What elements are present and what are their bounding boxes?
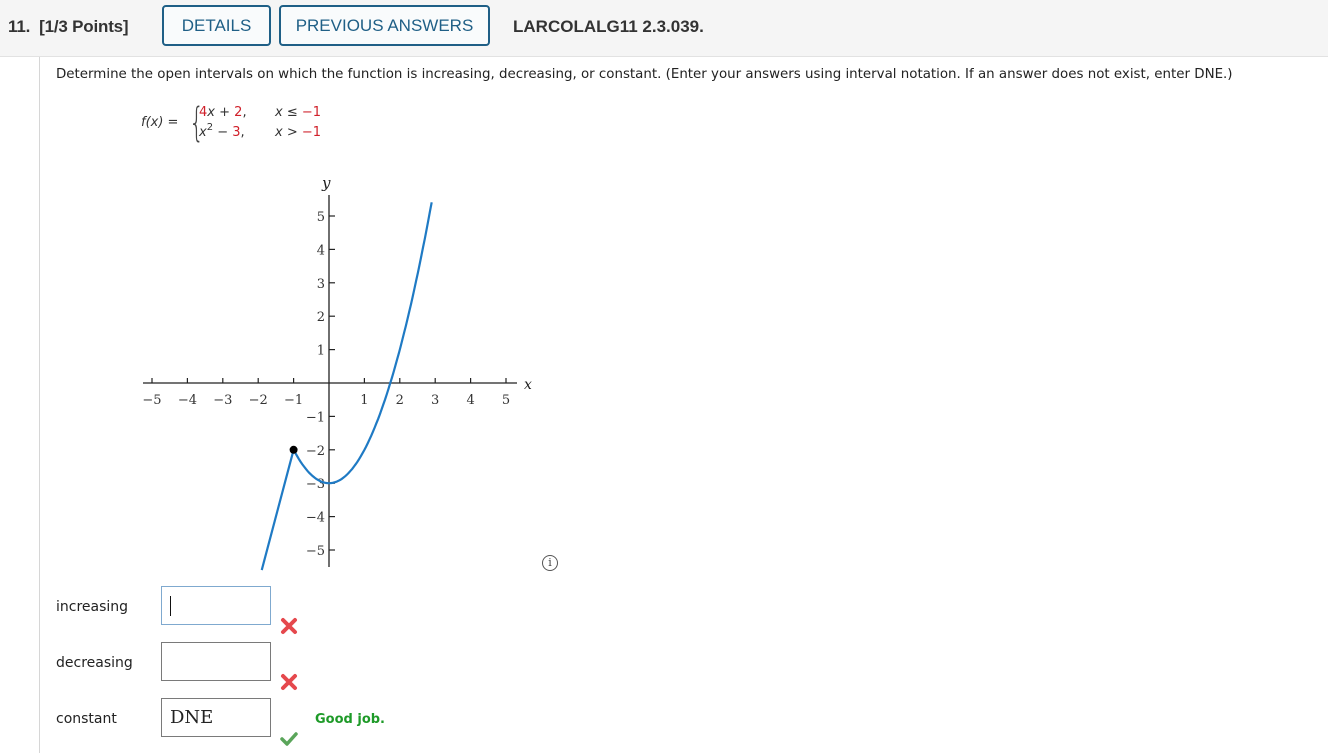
y-tick-label: 2	[317, 310, 325, 325]
x-tick-label: 3	[431, 393, 439, 408]
y-tick-label: 5	[317, 210, 325, 225]
x-tick-label: −4	[178, 393, 197, 408]
x-tick-label: 4	[466, 393, 474, 408]
decreasing-input[interactable]	[161, 642, 271, 681]
function-graph: xy−5 −4 −3 −2 −1 1 2 3 4 554321−1−2−3−4−5	[142, 174, 532, 571]
correct-check-icon	[280, 732, 298, 746]
y-tick-label: 4	[317, 243, 325, 258]
incorrect-x-icon	[281, 618, 297, 634]
feedback-good-job: Good job.	[315, 712, 385, 727]
x-tick-label: 2	[396, 393, 404, 408]
y-tick-label: 3	[317, 277, 325, 292]
text-caret	[170, 596, 171, 616]
y-tick-label: −5	[306, 544, 325, 559]
decreasing-label: decreasing	[56, 655, 133, 671]
x-tick-label: −2	[249, 393, 268, 408]
linear-piece-curve	[260, 449, 295, 571]
y-tick-label: −4	[306, 511, 325, 526]
y-tick-label: 1	[317, 344, 325, 359]
info-icon[interactable]: i	[542, 555, 558, 571]
quadratic-piece-curve	[292, 202, 433, 485]
y-axis-label: y	[321, 174, 331, 192]
y-tick-label: −1	[306, 410, 325, 425]
y-tick-label: −2	[306, 444, 325, 459]
x-tick-label: −5	[142, 393, 161, 408]
x-axis-label: x	[524, 377, 532, 393]
increasing-input[interactable]	[161, 586, 271, 625]
constant-label: constant	[56, 711, 117, 727]
x-tick-label: 1	[360, 393, 368, 408]
filled-endpoint	[289, 445, 298, 454]
constant-input[interactable]	[161, 698, 271, 737]
incorrect-x-icon	[281, 674, 297, 690]
x-tick-label: −1	[284, 393, 303, 408]
x-tick-label: 5	[502, 393, 510, 408]
increasing-label: increasing	[56, 599, 129, 615]
x-tick-label: −3	[213, 393, 232, 408]
